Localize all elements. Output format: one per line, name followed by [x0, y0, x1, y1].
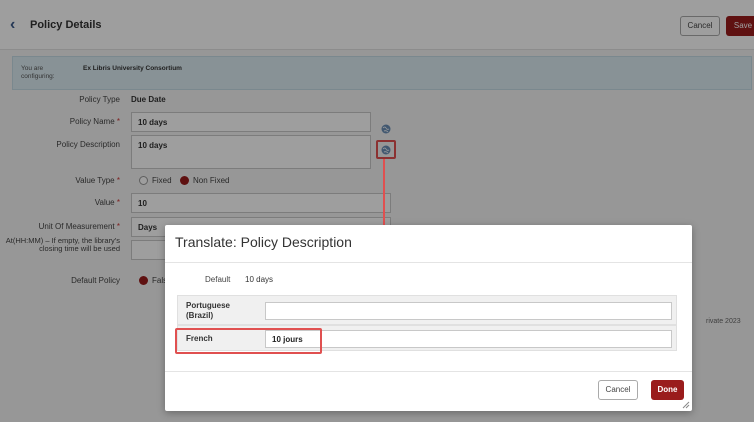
dialog-title-divider: [165, 262, 692, 263]
french-translation-input[interactable]: 10 jours: [265, 330, 672, 348]
translate-dialog: Translate: Policy Description Default 10…: [165, 225, 692, 411]
default-value: 10 days: [245, 275, 274, 284]
annotation-arrow-line: [383, 159, 385, 227]
dialog-cancel-button[interactable]: Cancel: [598, 380, 638, 400]
french-highlight-annotation: [175, 328, 322, 354]
translation-language-label: Portuguese (Brazil): [186, 301, 231, 320]
portuguese-translation-input[interactable]: [265, 302, 672, 320]
translation-row-portuguese: Portuguese (Brazil): [177, 295, 677, 325]
default-label: Default: [205, 275, 231, 284]
resize-handle-icon[interactable]: [682, 401, 690, 409]
dialog-footer-divider: [165, 371, 692, 372]
dialog-title: Translate: Policy Description: [175, 234, 352, 250]
dialog-done-button[interactable]: Done: [651, 380, 684, 400]
